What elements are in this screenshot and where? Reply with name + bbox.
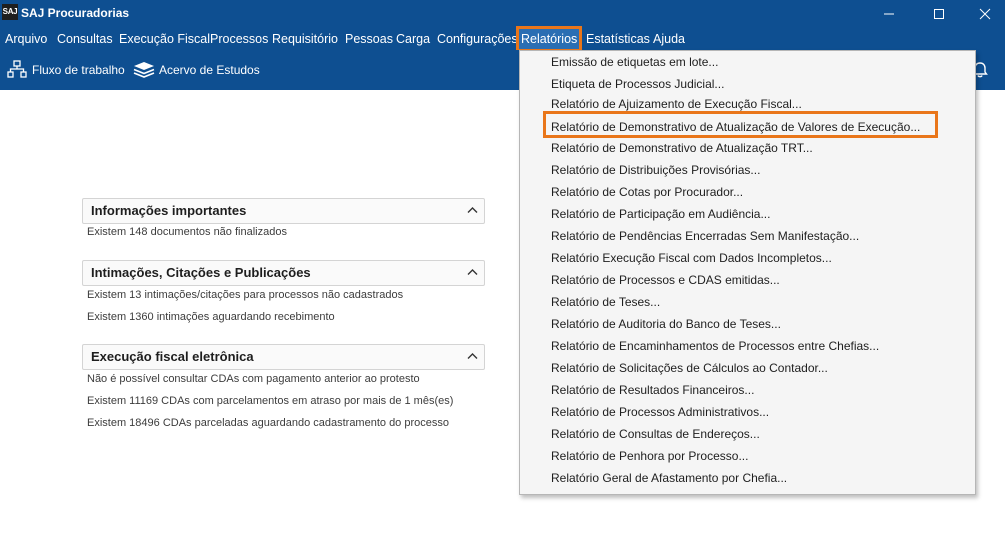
menu-option-highlighted[interactable]: Relatório de Demonstrativo de Atualizaçã… [551,117,920,137]
menu-option[interactable]: Relatório de Auditoria do Banco de Teses… [551,314,781,334]
info-line: Existem 1360 intimações aguardando receb… [87,311,335,323]
menu-option[interactable]: Relatório de Cotas por Procurador... [551,182,743,202]
minimize-icon [884,13,894,15]
menu-consultas[interactable]: Consultas [57,28,113,50]
app-logo: SAJ [2,4,18,20]
workflow-icon [7,60,27,78]
menu-option[interactable]: Relatório de Resultados Financeiros... [551,380,754,400]
menu-option[interactable]: Relatório de Consultas de Endereços... [551,424,760,444]
chevron-up-icon[interactable] [467,352,478,360]
menu-option[interactable]: Relatório de Demonstrativo de Atualizaçã… [551,138,813,158]
menu-option[interactable]: Relatório de Participação em Audiência..… [551,204,770,224]
panel-execucao: Execução fiscal eletrônica Não é possíve… [82,344,485,429]
menu-option[interactable]: Relatório de Distribuições Provisórias..… [551,160,760,180]
menu-option[interactable]: Relatório Geral de Afastamento por Chefi… [551,468,787,488]
menu-requisitorio[interactable]: Requisitório [272,28,338,50]
title-bar: SAJ SAJ Procuradorias [0,0,1005,28]
relatorios-dropdown: Emissão de etiquetas em lote... Etiqueta… [519,50,976,495]
close-button[interactable] [962,0,1005,28]
menu-option[interactable]: Relatório de Encaminhamentos de Processo… [551,336,879,356]
menu-option[interactable]: Relatório de Teses... [551,292,660,312]
panel-intimacoes: Intimações, Citações e Publicações Exist… [82,260,485,323]
panel-header[interactable]: Intimações, Citações e Publicações [82,260,485,286]
panel-informacoes: Informações importantes Existem 148 docu… [82,198,485,238]
minimize-button[interactable] [866,0,912,28]
menu-pessoas[interactable]: Pessoas [345,28,393,50]
menu-processos[interactable]: Processos [210,28,268,50]
maximize-button[interactable] [916,0,962,28]
panel-title: Informações importantes [91,203,247,218]
info-line: Existem 148 documentos não finalizados [87,226,287,238]
info-line: Existem 18496 CDAs parceladas aguardando… [87,417,449,429]
chevron-up-icon[interactable] [467,268,478,276]
menu-option[interactable]: Etiqueta de Processos Judicial... [551,74,724,94]
panel-header[interactable]: Informações importantes [82,198,485,224]
menu-option[interactable]: Relatório de Processos e CDAS emitidas..… [551,270,780,290]
menu-option[interactable]: Relatório Execução Fiscal com Dados Inco… [551,248,832,268]
info-line: Existem 13 intimações/citações para proc… [87,289,404,301]
info-line: Existem 11169 CDAs com parcelamentos em … [87,395,454,407]
studies-label: Acervo de Estudos [159,63,260,77]
menu-carga[interactable]: Carga [396,28,430,50]
close-icon [979,8,991,20]
workflow-button[interactable]: Fluxo de trabalho [7,60,125,80]
menu-bar: Arquivo Consultas Execução Fiscal Proces… [0,26,1005,52]
books-icon [133,62,155,78]
menu-arquivo[interactable]: Arquivo [5,28,47,50]
menu-ajuda[interactable]: Ajuda [653,28,685,50]
info-line: Não é possível consultar CDAs com pagame… [87,373,420,385]
menu-option[interactable]: Relatório de Penhora por Processo... [551,446,748,466]
menu-relatorios[interactable]: Relatórios [515,26,583,52]
workflow-label: Fluxo de trabalho [32,63,125,77]
menu-configuracoes[interactable]: Configurações [437,28,518,50]
menu-option[interactable]: Emissão de etiquetas em lote... [551,52,718,72]
menu-option[interactable]: Relatório de Processos Administrativos..… [551,402,769,422]
maximize-icon [934,9,944,19]
panel-title: Intimações, Citações e Publicações [91,265,311,280]
menu-estatisticas[interactable]: Estatísticas [586,28,650,50]
panel-title: Execução fiscal eletrônica [91,349,254,364]
app-title: SAJ Procuradorias [21,6,130,20]
chevron-up-icon[interactable] [467,206,478,214]
menu-option[interactable]: Relatório de Solicitações de Cálculos ao… [551,358,828,378]
menu-option[interactable]: Relatório de Pendências Encerradas Sem M… [551,226,859,246]
panel-header[interactable]: Execução fiscal eletrônica [82,344,485,370]
studies-button[interactable]: Acervo de Estudos [132,60,260,80]
menu-execucao-fiscal[interactable]: Execução Fiscal [119,28,210,50]
menu-option[interactable]: Relatório de Ajuizamento de Execução Fis… [551,94,802,114]
